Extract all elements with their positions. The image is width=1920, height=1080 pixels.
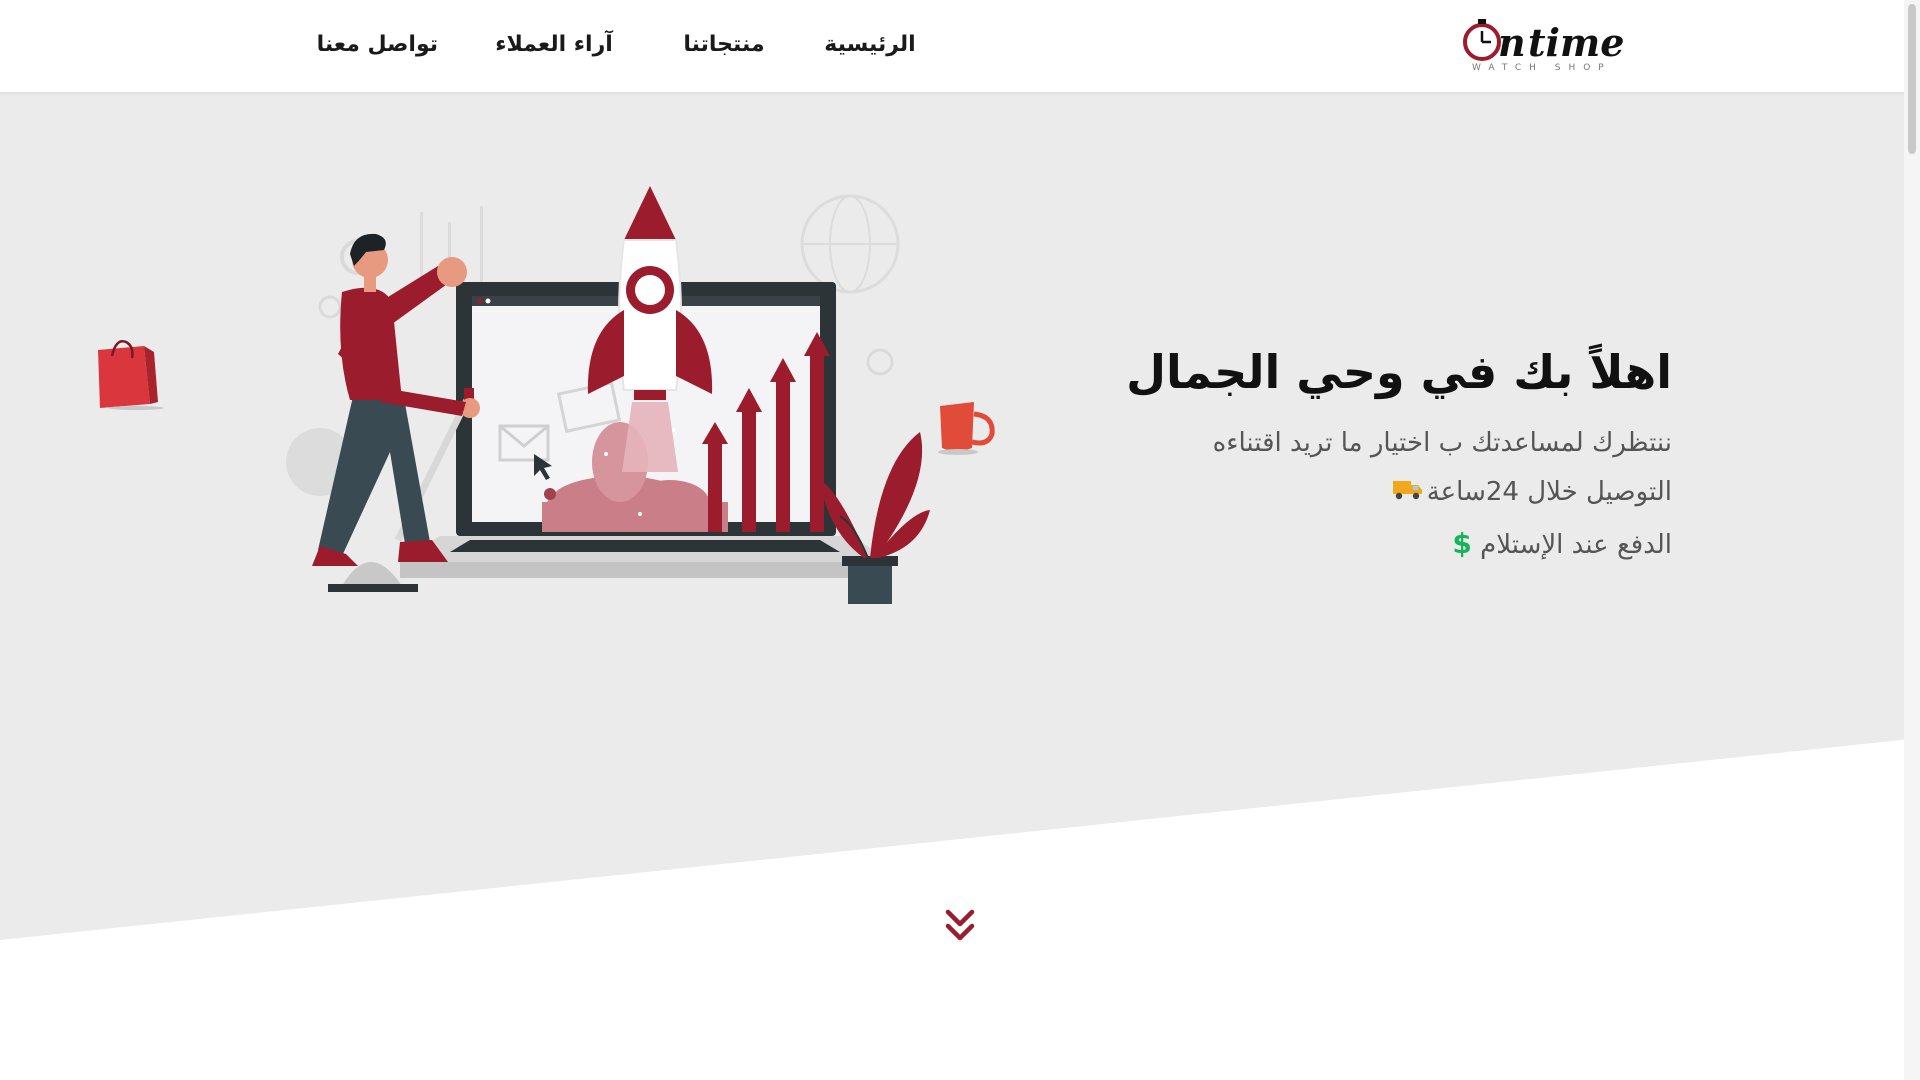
hero-title: اهلاً بك في وحي الجمال — [1126, 344, 1672, 399]
nav-home[interactable]: الرئيسية — [810, 32, 930, 66]
hero-subtitle-text: ننتظرك لمساعدتك ب اختيار ما تريد اقتناءه — [1212, 428, 1672, 458]
nav-reviews[interactable]: آراء العملاء — [494, 32, 614, 66]
logo-tagline: WATCH SHOP — [1472, 63, 1612, 73]
payment-info: الدفع عند الإستلام $ — [1000, 527, 1672, 560]
delivery-info-text: التوصيل خلال 24ساعة — [1426, 477, 1672, 507]
shopping-bag-icon — [98, 340, 164, 410]
page-scrollbar[interactable] — [1904, 0, 1920, 1080]
page: n time WATCH SHOP الرئيسية منتجاتنا آراء… — [0, 0, 1920, 1080]
svg-text:n: n — [1498, 20, 1526, 65]
hero-subtitle: ننتظرك لمساعدتك ب اختيار ما تريد اقتناءه — [1000, 428, 1672, 458]
dollar-icon: $ — [1452, 527, 1472, 560]
site-header: n time WATCH SHOP الرئيسية منتجاتنا آراء… — [0, 0, 1904, 92]
logo[interactable]: n time WATCH SHOP — [1462, 12, 1632, 78]
svg-text:time: time — [1528, 20, 1624, 65]
scrollbar-thumb[interactable] — [1908, 4, 1916, 154]
payment-info-text: الدفع عند الإستلام — [1480, 530, 1672, 560]
hero-section: اهلاً بك في وحي الجمال ننتظرك لمساعدتك ب… — [0, 92, 1920, 1080]
delivery-truck-icon — [1391, 477, 1423, 508]
delivery-info: التوصيل خلال 24ساعة — [1000, 477, 1672, 508]
nav-contact[interactable]: تواصل معنا — [317, 32, 438, 66]
double-chevron-down-icon[interactable] — [944, 906, 976, 946]
rocket-launch-illustration — [286, 186, 995, 604]
nav-products[interactable]: منتجاتنا — [668, 32, 780, 66]
